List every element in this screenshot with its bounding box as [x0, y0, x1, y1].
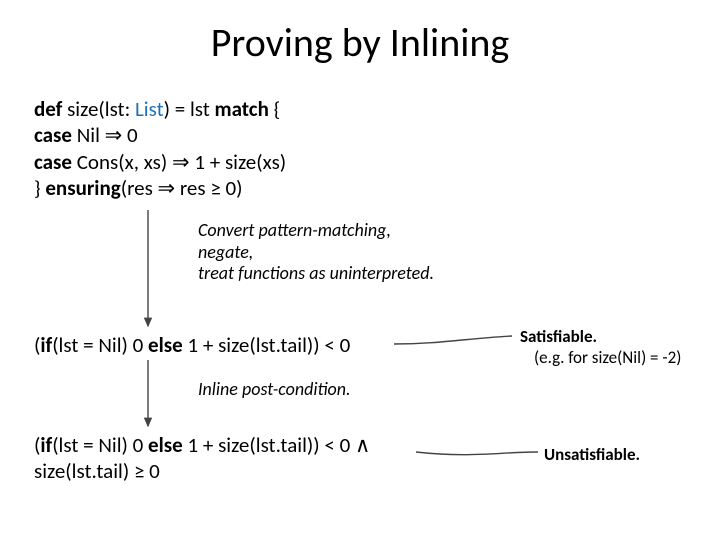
result-unsatisfiable: Unsatisfiable.	[544, 444, 640, 465]
kw-else: else	[148, 332, 183, 358]
result-satisfiable: Satisfiable. (e.g. for size(Nil) = -2)	[520, 326, 681, 369]
expr2-line1: (if(lst = Nil) 0 else 1 + size(lst.tail)…	[34, 432, 370, 458]
kw-def: def	[34, 96, 62, 122]
kw-else: else	[148, 432, 183, 458]
code-text: size(lst:	[62, 96, 135, 122]
annot-line: Convert pattern-matching,	[198, 220, 434, 242]
kw-case: case	[34, 149, 72, 175]
code-text: }	[34, 175, 45, 201]
expr-text: 1 + size(lst.tail)) < 0 ∧	[183, 432, 371, 458]
kw-ensuring: ensuring	[45, 175, 120, 201]
code-line-4: } ensuring(res ⇒ res ≥ 0)	[34, 175, 286, 201]
kw-if: if	[40, 332, 52, 358]
annot-line: treat functions as uninterpreted.	[198, 263, 434, 285]
kw-match: match	[215, 96, 269, 122]
expression-step2: (if(lst = Nil) 0 else 1 + size(lst.tail)…	[34, 432, 370, 485]
code-text: ) = lst	[164, 96, 215, 122]
code-text: Cons(x, xs) ⇒ 1 + size(xs)	[72, 149, 286, 175]
code-text: (res ⇒ res ≥ 0)	[121, 175, 243, 201]
code-line-3: case Cons(x, xs) ⇒ 1 + size(xs)	[34, 149, 286, 175]
kw-case: case	[34, 122, 72, 148]
annotation-inline: Inline post-condition.	[198, 378, 351, 400]
type-list: List	[135, 96, 164, 122]
code-line-1: def size(lst: List) = lst match {	[34, 96, 286, 122]
result-label: Satisfiable.	[520, 326, 681, 347]
annotation-convert: Convert pattern-matching, negate, treat …	[198, 220, 434, 285]
code-definition: def size(lst: List) = lst match { case N…	[34, 96, 286, 201]
annot-line: negate,	[198, 242, 434, 264]
expression-step1: (if(lst = Nil) 0 else 1 + size(lst.tail)…	[34, 332, 350, 358]
expr-text: 1 + size(lst.tail)) < 0	[183, 332, 351, 358]
slide-title: Proving by Inlining	[0, 18, 720, 67]
kw-if: if	[40, 432, 52, 458]
result-example: (e.g. for size(Nil) = -2)	[520, 347, 681, 368]
expr-text: (lst = Nil) 0	[52, 332, 148, 358]
code-line-2: case Nil ⇒ 0	[34, 122, 286, 148]
expr-text: (lst = Nil) 0	[52, 432, 148, 458]
code-text: Nil ⇒ 0	[72, 122, 138, 148]
code-text: {	[269, 96, 280, 122]
expr2-line2: size(lst.tail) ≥ 0	[34, 458, 370, 484]
